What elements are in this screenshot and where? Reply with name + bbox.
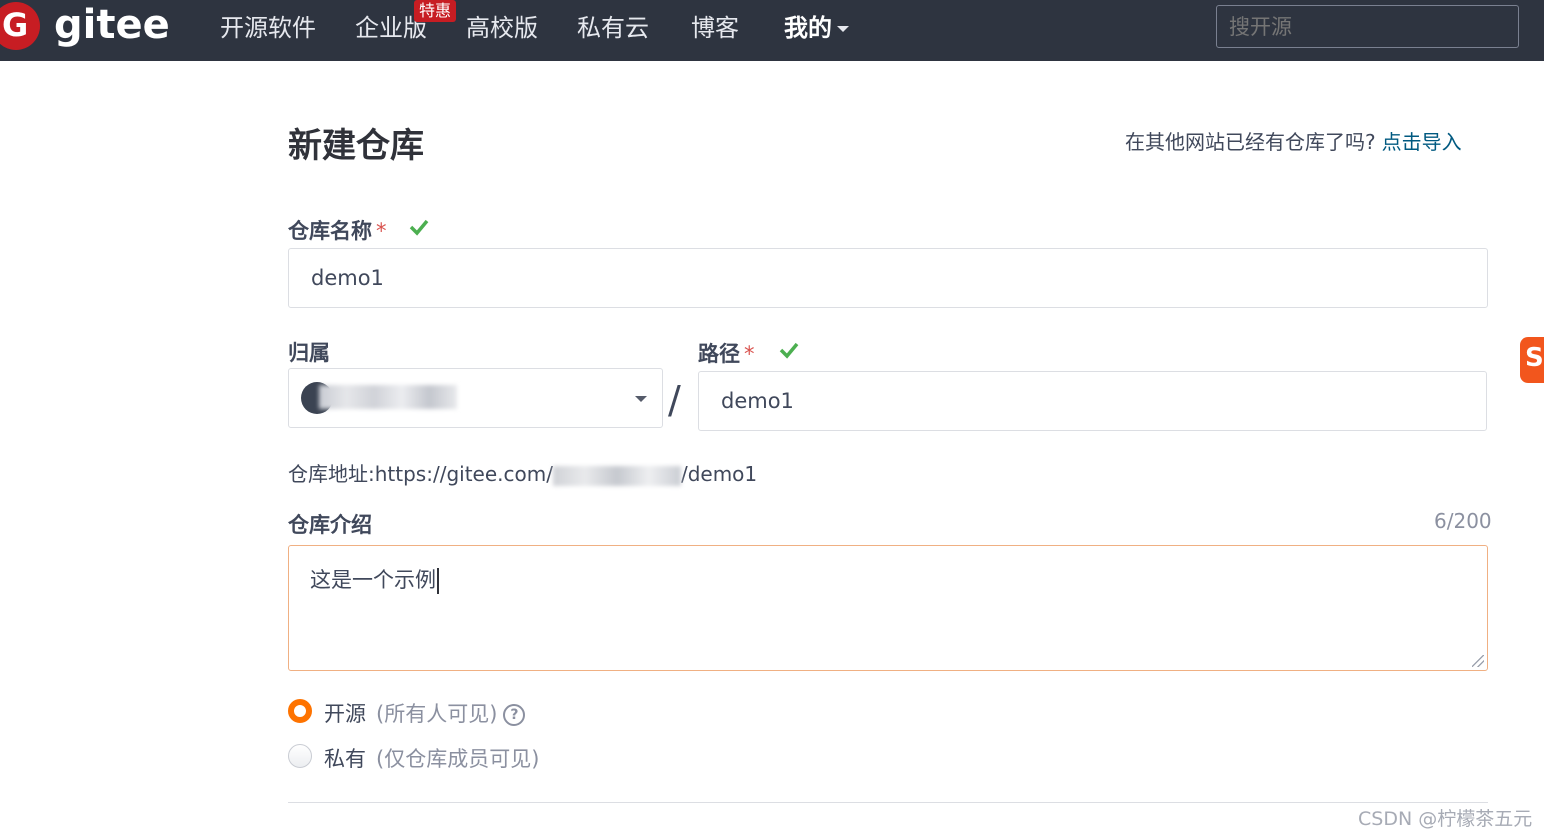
intro-char-counter: 6/200 bbox=[1434, 509, 1492, 533]
private-sub: (仅仓库成员可见) bbox=[376, 747, 540, 771]
path-input[interactable]: demo1 bbox=[698, 371, 1487, 431]
radio-public[interactable] bbox=[288, 699, 312, 723]
nav-open-source[interactable]: 开源软件 bbox=[220, 12, 316, 44]
public-label: 开源 bbox=[324, 702, 366, 726]
gitee-logo-text[interactable]: gitee bbox=[54, 0, 170, 50]
resize-handle-icon[interactable] bbox=[1472, 655, 1484, 667]
repo-address-label: 仓库地址: bbox=[288, 462, 375, 486]
chevron-down-icon bbox=[635, 396, 647, 402]
radio-private-label[interactable]: 私有 (仅仓库成员可见) bbox=[324, 743, 539, 773]
search-input[interactable] bbox=[1216, 5, 1519, 48]
intro-label: 仓库介绍 bbox=[288, 513, 372, 537]
nav-mine-label: 我的 bbox=[784, 14, 832, 42]
import-prompt: 在其他网站已经有仓库了吗? 点击导入 bbox=[1125, 126, 1462, 155]
intro-text: 这是一个示例 bbox=[310, 568, 436, 592]
repo-address-prefix: https://gitee.com/ bbox=[374, 462, 553, 486]
import-question: 在其他网站已经有仓库了吗? bbox=[1125, 130, 1376, 154]
side-widget-icon[interactable]: S bbox=[1520, 337, 1544, 383]
nav-blog[interactable]: 博客 bbox=[691, 12, 739, 44]
promo-badge: 特惠 bbox=[414, 0, 457, 22]
gitee-logo-icon[interactable]: G bbox=[0, 2, 40, 50]
path-label-text: 路径 bbox=[698, 342, 740, 366]
top-nav: G gitee 开源软件 企业版 特惠 高校版 私有云 博客 我的 bbox=[0, 0, 1544, 61]
caret-down-icon bbox=[837, 26, 849, 32]
path-label: 路径 * bbox=[698, 338, 755, 368]
owner-label: 归属 bbox=[288, 341, 330, 365]
check-icon bbox=[779, 342, 799, 359]
path-separator: / bbox=[668, 378, 681, 422]
required-mark: * bbox=[744, 342, 755, 366]
radio-private[interactable] bbox=[288, 744, 312, 768]
side-tab-letter: S bbox=[1525, 343, 1544, 373]
owner-path-redacted bbox=[552, 465, 681, 486]
text-cursor bbox=[437, 568, 439, 594]
page-title: 新建仓库 bbox=[288, 126, 424, 166]
repo-name-label: 仓库名称 * bbox=[288, 215, 387, 245]
repo-address: 仓库地址:https://gitee.com/ /demo1 bbox=[288, 458, 757, 487]
logo-letter: G bbox=[2, 6, 29, 44]
repo-name-label-text: 仓库名称 bbox=[288, 219, 372, 243]
public-sub: (所有人可见) bbox=[376, 702, 498, 726]
nav-education[interactable]: 高校版 bbox=[466, 12, 538, 44]
required-mark: * bbox=[376, 219, 387, 243]
help-icon[interactable]: ? bbox=[503, 704, 526, 726]
nav-private-cloud[interactable]: 私有云 bbox=[577, 12, 649, 44]
watermark: CSDN @柠檬茶五元 bbox=[1358, 808, 1533, 830]
nav-mine-dropdown[interactable]: 我的 bbox=[784, 12, 849, 44]
owner-select[interactable] bbox=[288, 368, 663, 428]
import-link[interactable]: 点击导入 bbox=[1382, 130, 1462, 154]
private-label: 私有 bbox=[324, 747, 366, 771]
repo-address-suffix: /demo1 bbox=[680, 462, 758, 486]
divider bbox=[288, 802, 1488, 803]
repo-name-input[interactable]: demo1 bbox=[288, 248, 1488, 308]
owner-name-redacted bbox=[319, 385, 457, 409]
radio-public-label[interactable]: 开源 (所有人可见)? bbox=[324, 698, 526, 728]
check-icon bbox=[409, 219, 429, 236]
intro-textarea[interactable]: 这是一个示例 bbox=[288, 545, 1488, 671]
